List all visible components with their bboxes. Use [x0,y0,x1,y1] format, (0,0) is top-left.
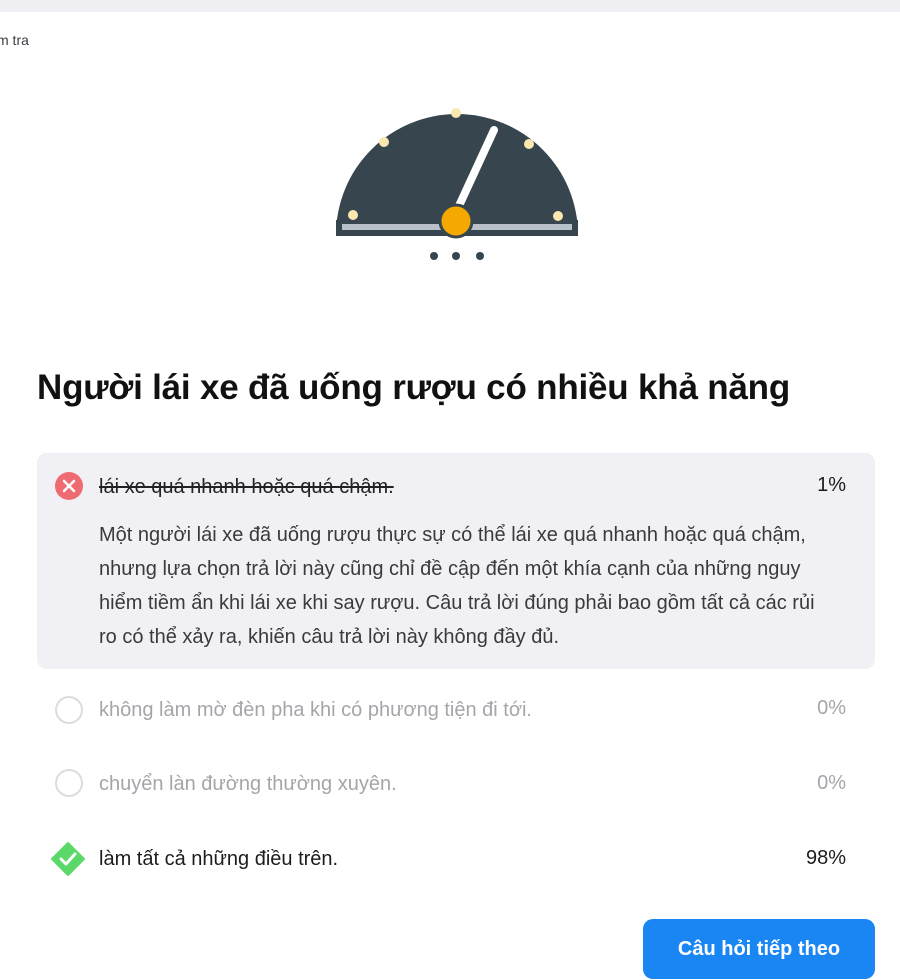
answer-option-2-text: không làm mờ đèn pha khi có phương tiện … [99,699,532,721]
question-title: Người lái xe đã uống rượu có nhiều khả n… [37,368,791,407]
answer-option-3-text: chuyển làn đường thường xuyên. [99,773,397,795]
breadcrumb[interactable]: m tra [0,32,29,48]
answer-option-1-text: lái xe quá nhanh hoặc quá chậm. [99,476,394,498]
answer-option-2-percent: 0% [817,697,846,719]
next-question-button[interactable]: Câu hỏi tiếp theo [643,919,875,979]
answer-option-1-percent: 1% [817,474,846,496]
answer-option-1[interactable]: lái xe quá nhanh hoặc quá chậm. 1% Một n… [37,453,875,669]
answer-explanation: Một người lái xe đã uống rượu thực sự có… [99,524,815,648]
answer-option-3-percent: 0% [817,772,846,794]
empty-circle-icon [55,769,83,797]
answer-option-2[interactable]: không làm mờ đèn pha khi có phương tiện … [37,690,875,730]
speedometer-illustration [336,108,578,260]
empty-circle-icon [55,696,83,724]
answer-option-4[interactable]: làm tất cả những điều trên. 98% [37,839,875,879]
answer-option-4-percent: 98% [805,847,846,869]
answer-option-3[interactable]: chuyển làn đường thường xuyên. 0% [37,765,875,805]
answer-option-4-text: làm tất cả những điều trên. [99,848,339,870]
top-bar [0,0,900,12]
check-diamond-icon [51,842,85,876]
x-circle-icon [55,472,83,500]
